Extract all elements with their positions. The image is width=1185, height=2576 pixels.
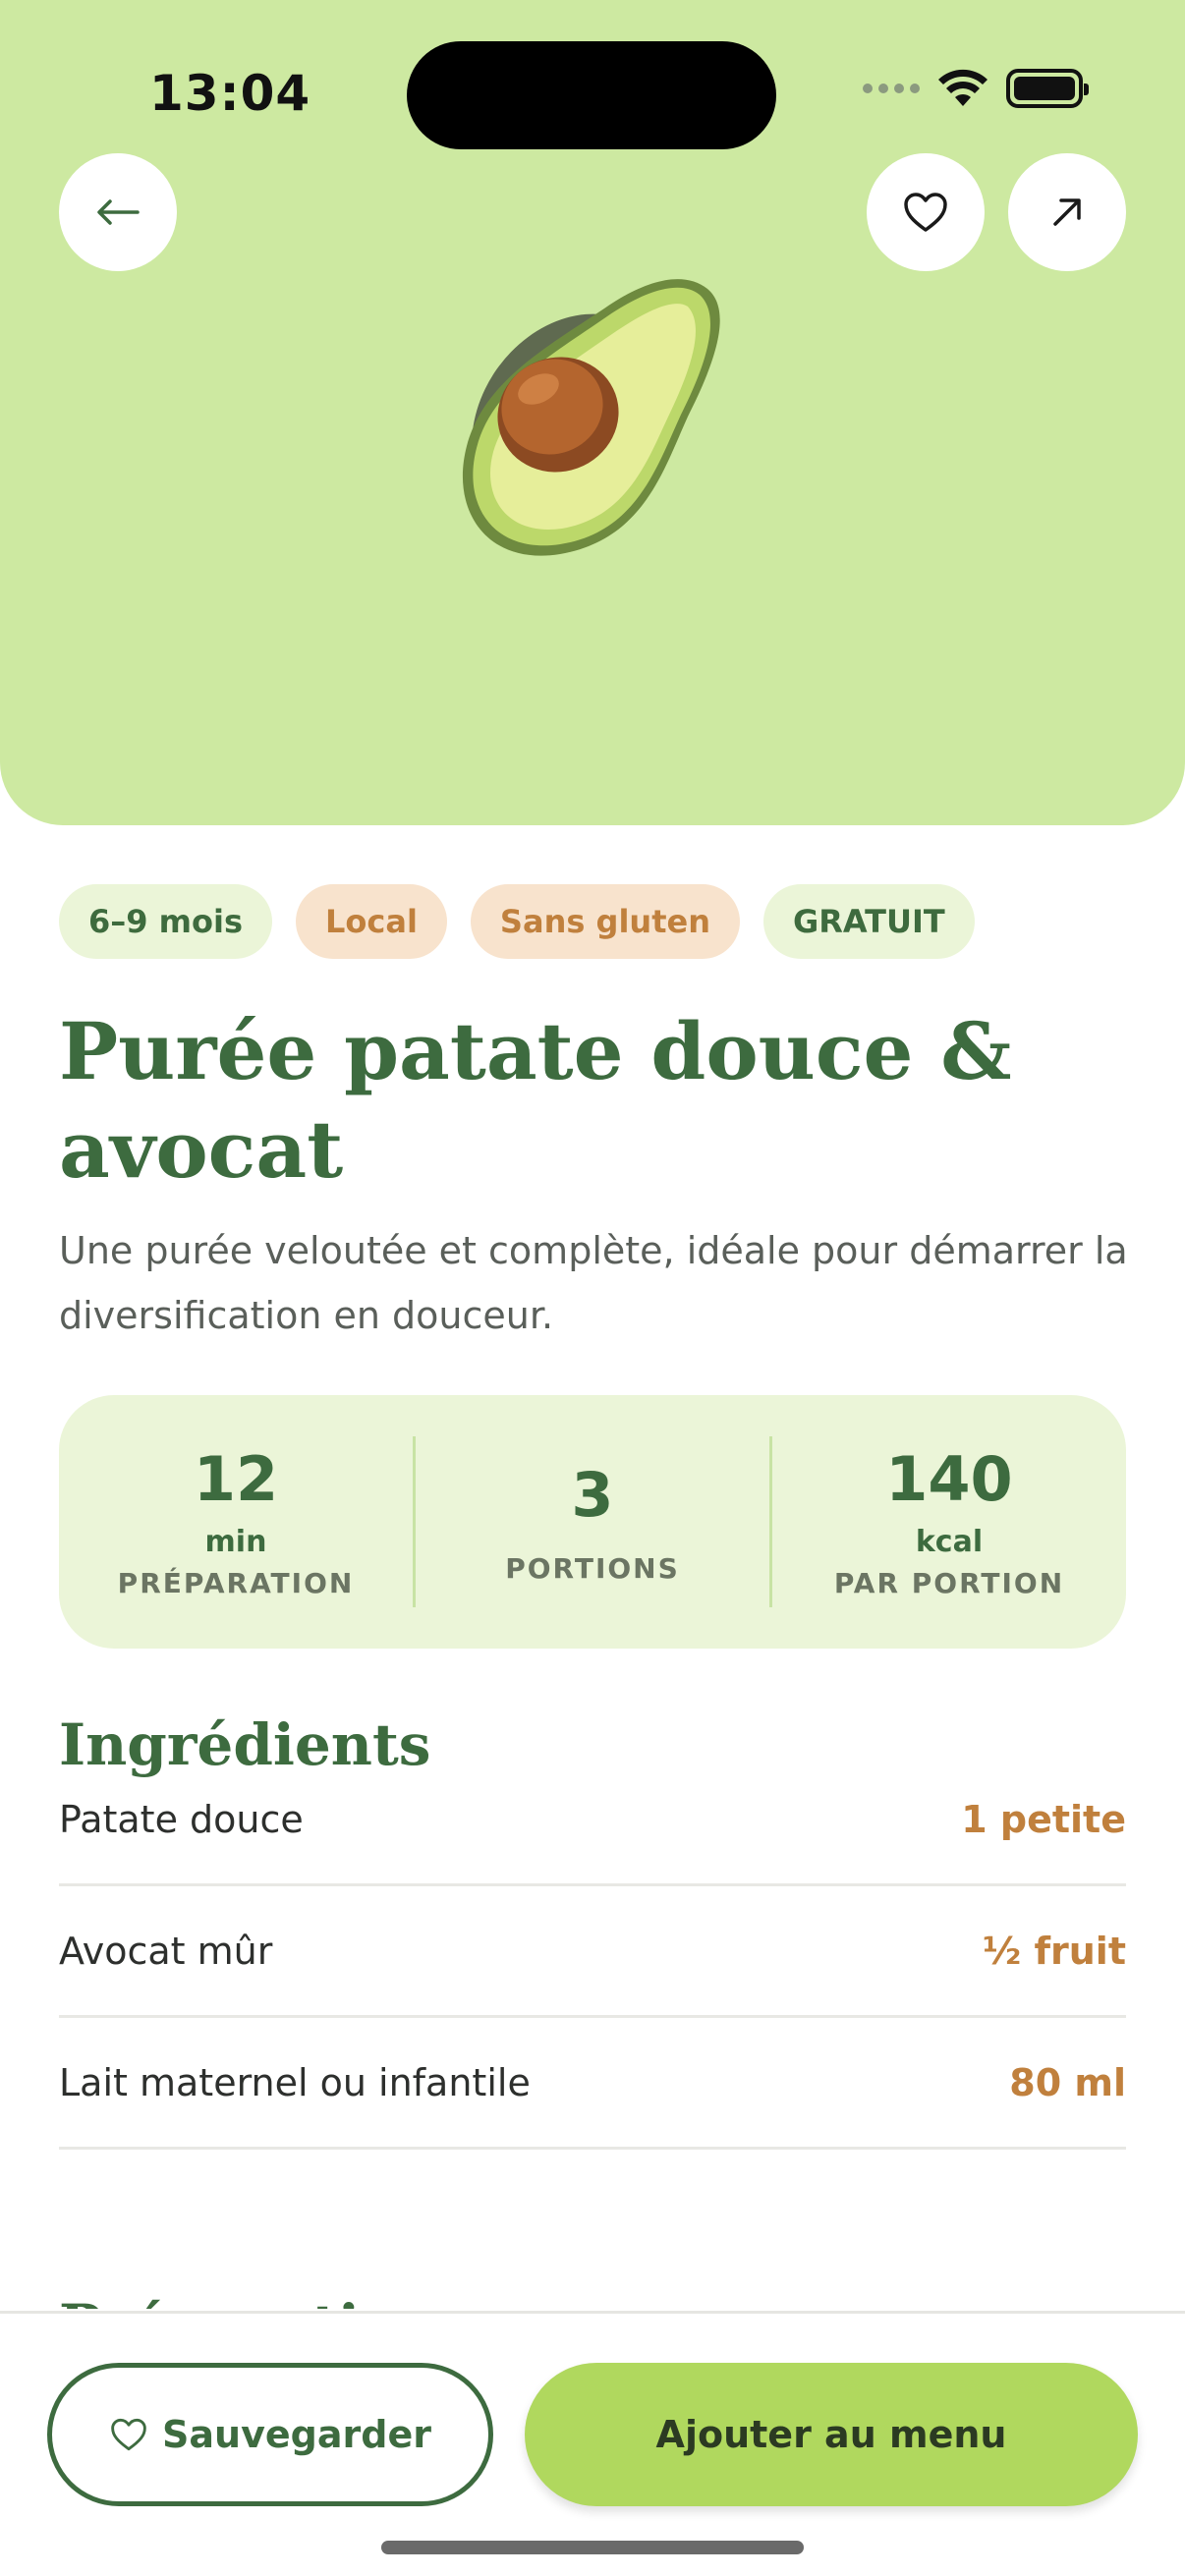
status-icons [863,69,1089,108]
ingredient-qty: ½ fruit [982,1929,1126,1973]
stat-value: 140 [885,1443,1013,1515]
tag-gluten-free: Sans gluten [470,884,740,959]
bottom-action-bar: Sauvegarder Ajouter au menu [0,2311,1185,2576]
stat-unit: min [204,1525,267,1559]
recipe-stats: 12 min PRÉPARATION 3 PORTIONS 140 kcal P… [59,1395,1126,1649]
ingredient-name: Avocat mûr [59,1929,273,1973]
ingredient-qty: 1 petite [961,1797,1126,1841]
ingredient-row: Patate douce 1 petite [59,1755,1126,1886]
favorite-button[interactable] [867,153,985,271]
stat-unit: kcal [915,1525,984,1559]
tag-list: 6–9 mois Local Sans gluten GRATUIT [59,884,975,959]
stat-value: 12 [193,1443,279,1515]
share-button[interactable] [1008,153,1126,271]
ingredient-qty: 80 ml [1009,2060,1126,2104]
stat-label: PORTIONS [505,1551,680,1585]
tag-age: 6–9 mois [59,884,273,959]
stat-label: PRÉPARATION [117,1567,355,1599]
avocado-image [462,279,720,556]
home-indicator[interactable] [381,2541,804,2554]
save-button-label: Sauvegarder [162,2413,431,2456]
arrow-up-right-icon [1053,198,1081,226]
recipe-title: Purée patate douce & avocat [59,1005,1012,1196]
ingredient-row: Avocat mûr ½ fruit [59,1886,1126,2018]
ingredient-name: Lait maternel ou infantile [59,2060,531,2104]
tag-local: Local [296,884,447,959]
save-button[interactable]: Sauvegarder [47,2363,493,2506]
back-button[interactable] [59,153,177,271]
add-to-menu-label: Ajouter au menu [655,2413,1007,2456]
hero-banner: 13:04 [0,0,1185,825]
signal-icon [863,84,920,93]
stat-calories: 140 kcal PAR PORTION [772,1443,1126,1600]
heart-outline-icon [111,2418,146,2451]
wifi-icon [938,69,988,106]
status-time: 13:04 [149,65,311,122]
stat-portions: 3 PORTIONS [416,1458,769,1585]
dynamic-island [407,41,776,149]
add-to-menu-button[interactable]: Ajouter au menu [525,2363,1138,2506]
stat-preparation: 12 min PRÉPARATION [59,1443,413,1600]
stat-label: PAR PORTION [833,1567,1065,1599]
ingredients-list: Patate douce 1 petite Avocat mûr ½ fruit… [59,1755,1126,2150]
arrow-left-icon [97,199,140,225]
ingredient-row: Lait maternel ou infantile 80 ml [59,2018,1126,2150]
battery-icon [1006,69,1089,108]
tag-free: GRATUIT [762,884,975,959]
preparation-title: Préparation [59,2297,439,2309]
recipe-description: Une purée veloutée et complète, idéale p… [59,1229,1128,1337]
preparation-title-peek: Préparation [59,2285,439,2309]
stat-value: 3 [571,1458,614,1531]
ingredient-name: Patate douce [59,1797,304,1841]
heart-icon [904,193,947,232]
